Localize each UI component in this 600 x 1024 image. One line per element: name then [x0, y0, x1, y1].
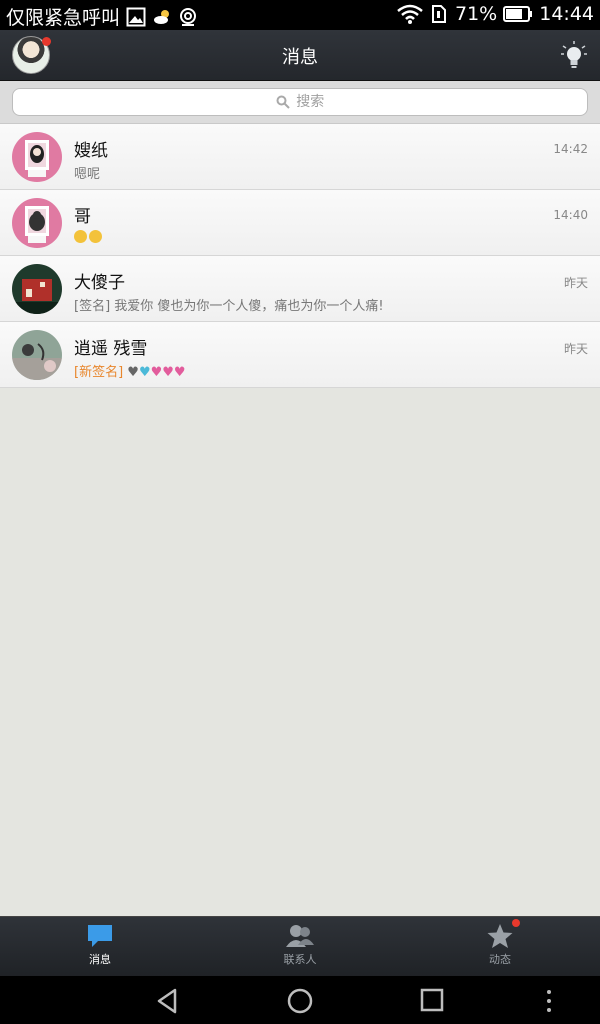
gallery-icon [126, 7, 146, 26]
more-icon[interactable] [544, 988, 554, 1014]
back-icon[interactable] [155, 988, 181, 1014]
message-time: 昨天 [563, 276, 588, 290]
battery-icon [503, 6, 533, 22]
blue-heart-icon: ♥ [138, 365, 151, 380]
contact-name: 哥 [74, 207, 91, 227]
contact-avatar [12, 264, 62, 314]
contact-name: 逍遥 残雪 [74, 339, 148, 359]
message-time: 14:40 [553, 208, 588, 222]
pink-heart-icon: ♥ [162, 365, 174, 380]
clock: 14:44 [539, 3, 594, 25]
status-bar: 仅限紧急呼叫 71% 14:44 [0, 0, 600, 30]
weather-icon [154, 9, 170, 24]
message-time: 昨天 [563, 342, 588, 356]
search-input[interactable]: 搜索 [12, 88, 588, 116]
title-bar: 消息 [0, 30, 600, 81]
battery-percent: 71% [455, 3, 498, 25]
tab-messages[interactable]: 消息 [0, 917, 200, 977]
lightbulb-icon[interactable] [560, 40, 588, 70]
laughing-emoji-icon [89, 230, 102, 243]
last-message [74, 229, 104, 244]
last-message: [新签名] ♥♥♥♥♥ [74, 361, 186, 380]
laughing-emoji-icon [74, 230, 87, 243]
tab-label: 动态 [489, 953, 511, 966]
signature-tag: [新签名] [74, 365, 124, 380]
contact-name: 嫂纸 [74, 141, 108, 161]
contacts-icon [286, 925, 314, 947]
wifi-icon [397, 4, 423, 24]
conversation-list: 嫂纸 嗯呢 14:42 哥 14:40 大傻子 [签名] 我爱你 傻也为你一个人… [0, 124, 600, 388]
message-time: 14:42 [553, 142, 588, 156]
star-icon [487, 924, 513, 948]
pink-heart-icon: ♥ [173, 365, 186, 380]
tab-label: 联系人 [283, 953, 317, 966]
conversation-item[interactable]: 逍遥 残雪 [新签名] ♥♥♥♥♥ 昨天 [0, 322, 600, 388]
tab-moments[interactable]: 动态 [400, 917, 600, 977]
contact-name: 大傻子 [74, 273, 125, 293]
tab-contacts[interactable]: 联系人 [200, 917, 400, 977]
carrier-label: 仅限紧急呼叫 [6, 7, 121, 29]
message-bubble-icon [88, 925, 112, 947]
pink-heart-icon: ♥ [150, 365, 163, 380]
home-icon[interactable] [286, 988, 314, 1016]
contact-avatar [12, 198, 62, 248]
search-area: 搜索 [0, 81, 600, 124]
page-title: 消息 [282, 47, 318, 68]
conversation-item[interactable]: 哥 14:40 [0, 190, 600, 256]
last-message: 嗯呢 [74, 167, 101, 182]
recents-icon[interactable] [420, 988, 444, 1012]
contact-avatar [12, 330, 62, 380]
location-icon [180, 7, 197, 26]
conversation-item[interactable]: 嫂纸 嗯呢 14:42 [0, 124, 600, 190]
system-nav-bar [0, 976, 600, 1024]
tab-icon-wrap [486, 919, 520, 949]
notification-dot [512, 919, 520, 927]
grey-heart-icon: ♥ [127, 365, 139, 380]
contact-avatar [12, 132, 62, 182]
tab-label: 消息 [89, 953, 111, 966]
bottom-tab-bar: 消息 联系人 动态 [0, 916, 600, 977]
search-placeholder: 搜索 [296, 94, 325, 110]
search-icon [276, 95, 290, 109]
sim-icon [432, 5, 446, 23]
last-message: [签名] 我爱你 傻也为你一个人傻，痛也为你一个人痛! [74, 299, 384, 314]
conversation-item[interactable]: 大傻子 [签名] 我爱你 傻也为你一个人傻，痛也为你一个人痛! 昨天 [0, 256, 600, 322]
